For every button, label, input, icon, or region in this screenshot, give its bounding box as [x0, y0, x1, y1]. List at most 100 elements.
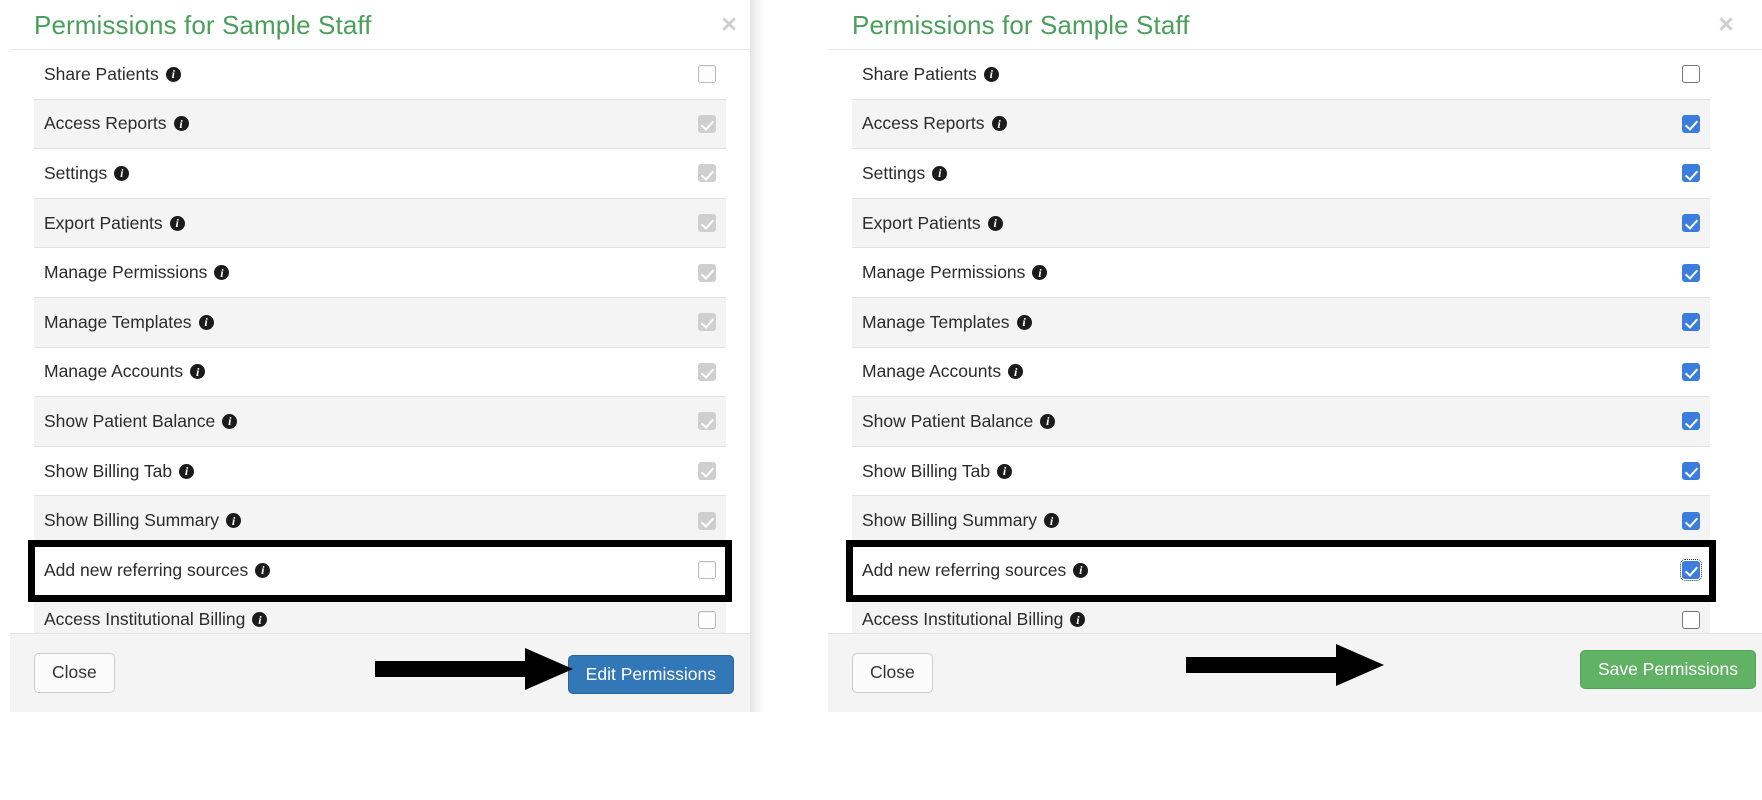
- arrow-shaft: [375, 661, 527, 677]
- panel-shadow-left: [750, 0, 764, 712]
- permission-checkbox[interactable]: [1682, 313, 1700, 332]
- table-row[interactable]: Manage Templates i: [852, 297, 1710, 348]
- info-icon[interactable]: i: [1070, 612, 1086, 628]
- info-icon[interactable]: i: [179, 463, 195, 479]
- permission-label: Access Reports: [44, 113, 167, 134]
- page-title: Permissions for Sample Staff: [34, 9, 372, 40]
- table-row[interactable]: Show Billing Tab i: [34, 446, 726, 497]
- permission-label: Manage Templates: [44, 311, 192, 332]
- permission-label: Show Billing Summary: [44, 510, 220, 531]
- info-icon[interactable]: i: [1073, 562, 1089, 578]
- permission-label-group: Access Reports i: [44, 113, 189, 134]
- info-icon[interactable]: i: [173, 116, 189, 132]
- permission-label-group: Manage Templates i: [44, 312, 214, 333]
- dialog-header-right: Permissions for Sample Staff ×: [828, 0, 1762, 49]
- info-icon[interactable]: i: [252, 612, 268, 628]
- table-row[interactable]: Show Billing Tab i: [852, 446, 1710, 497]
- table-row[interactable]: Share Patients i: [852, 50, 1710, 100]
- info-icon[interactable]: i: [165, 66, 181, 82]
- info-icon[interactable]: i: [991, 116, 1007, 132]
- info-icon[interactable]: i: [169, 215, 185, 231]
- table-row-highlighted[interactable]: Add new referring sources i: [28, 539, 732, 602]
- permission-checkbox[interactable]: [1682, 362, 1700, 381]
- permission-label-group: Export Patients i: [862, 213, 1003, 234]
- permission-checkbox: [698, 214, 716, 233]
- permission-checkbox[interactable]: [698, 561, 716, 580]
- info-icon[interactable]: i: [983, 66, 999, 82]
- info-icon[interactable]: i: [226, 513, 242, 529]
- table-row[interactable]: Show Patient Balance i: [34, 397, 726, 447]
- info-icon[interactable]: i: [1016, 314, 1032, 330]
- permission-label-group: Manage Accounts i: [44, 361, 206, 382]
- table-row[interactable]: Show Billing Summary i: [852, 496, 1710, 546]
- info-icon[interactable]: i: [987, 215, 1003, 231]
- permission-label: Access Institutional Billing: [44, 609, 246, 630]
- permission-checkbox[interactable]: [1682, 263, 1700, 282]
- table-row[interactable]: Manage Permissions i: [34, 248, 726, 298]
- permission-label: Share Patients: [44, 63, 159, 84]
- info-icon[interactable]: i: [1008, 364, 1024, 380]
- close-icon[interactable]: ×: [721, 11, 737, 38]
- permission-checkbox: [698, 362, 716, 381]
- edit-permissions-button[interactable]: Edit Permissions: [567, 655, 734, 695]
- table-row[interactable]: Settings i: [34, 149, 726, 199]
- permission-checkbox[interactable]: [1682, 114, 1700, 133]
- permission-checkbox[interactable]: [1682, 462, 1700, 481]
- permission-label: Manage Permissions: [862, 262, 1026, 283]
- close-button[interactable]: Close: [34, 653, 115, 693]
- info-icon[interactable]: i: [190, 364, 206, 380]
- permission-checkbox[interactable]: [1682, 412, 1700, 431]
- permission-checkbox[interactable]: [1682, 65, 1700, 84]
- info-icon[interactable]: i: [214, 265, 230, 281]
- permission-label: Manage Templates: [862, 311, 1010, 332]
- permission-label: Show Billing Tab: [862, 460, 991, 481]
- permission-label-group: Share Patients i: [44, 64, 181, 85]
- info-icon[interactable]: i: [1044, 513, 1060, 529]
- info-icon[interactable]: i: [1032, 265, 1048, 281]
- permission-label-group: Show Patient Balance i: [44, 411, 238, 432]
- table-row[interactable]: Access Reports i: [34, 99, 726, 150]
- permission-label-group: Manage Templates i: [862, 312, 1032, 333]
- table-row[interactable]: Access Institutional Billing i: [852, 595, 1710, 633]
- table-row[interactable]: Settings i: [852, 149, 1710, 199]
- close-icon[interactable]: ×: [1718, 11, 1734, 38]
- permission-checkbox[interactable]: [1682, 511, 1700, 530]
- permission-checkbox[interactable]: [1682, 610, 1700, 629]
- close-button[interactable]: Close: [852, 653, 933, 693]
- permission-checkbox[interactable]: [698, 610, 716, 629]
- permission-label-group: Access Reports i: [862, 113, 1007, 134]
- table-row[interactable]: Manage Accounts i: [34, 347, 726, 398]
- permission-checkbox: [698, 164, 716, 183]
- permission-checkbox[interactable]: [1680, 559, 1702, 582]
- table-row[interactable]: Manage Accounts i: [852, 347, 1710, 398]
- table-row-highlighted[interactable]: Add new referring sources i: [846, 539, 1716, 602]
- info-icon[interactable]: i: [222, 413, 238, 429]
- permission-label: Access Institutional Billing: [862, 609, 1064, 630]
- table-row[interactable]: Access Institutional Billing i: [34, 595, 726, 633]
- table-row[interactable]: Manage Permissions i: [852, 248, 1710, 298]
- permission-label: Manage Accounts: [44, 361, 184, 382]
- info-icon[interactable]: i: [997, 463, 1013, 479]
- info-icon[interactable]: i: [114, 165, 130, 181]
- screenshot-stage: Permissions for Sample Staff × Share Pat…: [0, 0, 1762, 800]
- arrow-shaft: [1186, 657, 1338, 673]
- page-title: Permissions for Sample Staff: [852, 9, 1190, 40]
- permission-label: Settings: [862, 162, 926, 183]
- table-row[interactable]: Access Reports i: [852, 99, 1710, 150]
- table-row[interactable]: Show Billing Summary i: [34, 496, 726, 546]
- table-row[interactable]: Share Patients i: [34, 50, 726, 100]
- permission-checkbox[interactable]: [1682, 214, 1700, 233]
- table-row[interactable]: Show Patient Balance i: [852, 397, 1710, 447]
- info-icon[interactable]: i: [255, 562, 271, 578]
- info-icon[interactable]: i: [932, 165, 948, 181]
- table-row[interactable]: Export Patients i: [34, 198, 726, 249]
- save-permissions-button[interactable]: Save Permissions: [1579, 650, 1756, 690]
- permission-checkbox[interactable]: [1682, 164, 1700, 183]
- info-icon[interactable]: i: [1040, 413, 1056, 429]
- permission-label-group: Settings i: [44, 163, 130, 184]
- table-row[interactable]: Export Patients i: [852, 198, 1710, 249]
- table-row[interactable]: Manage Templates i: [34, 297, 726, 348]
- permission-checkbox[interactable]: [698, 65, 716, 84]
- info-icon[interactable]: i: [198, 314, 214, 330]
- permissions-dialog-readonly: Permissions for Sample Staff × Share Pat…: [10, 0, 750, 712]
